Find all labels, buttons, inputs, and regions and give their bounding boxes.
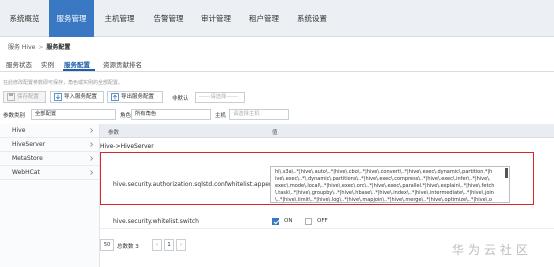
value-line: hi\.s3a\..*|hive\.auto\..*|hive\.cbo\..*… [275,169,493,175]
role-sidebar: Hive HiveServer MetaStore WebHCat [0,124,100,267]
tab-service-status[interactable]: 服务状态 [6,59,32,69]
role-select[interactable]: 所有角色 [131,109,211,120]
nav-item-system-settings[interactable]: 系统设置 [288,0,336,37]
config-notice: 在此修改配置参数即可保存，角色或实例的全部配置。 [3,80,124,86]
tab-resource-ranking[interactable]: 资源贡献排名 [103,59,142,69]
breadcrumb-parent[interactable]: 服务 Hive [8,44,35,51]
off-label: OFF [317,218,328,224]
sidebar-item-label: Hive [12,127,26,134]
watermark: 华为云社区 [452,243,533,257]
param-name-whitelist-append: hive.security.authorization.sqlstd.confw… [113,181,277,188]
save-config-button[interactable]: 保存配置 [3,91,46,103]
param-name-whitelist-switch: hive.security.whitelist.switch [113,218,199,225]
value-line: \.task\..*|hive\.groupby\..*|hive\.hbase… [275,190,494,196]
nav-item-host-management[interactable]: 主机管理 [94,0,145,37]
nav-item-audit-management[interactable]: 审计管理 [192,0,240,37]
textarea-scrollbar[interactable] [505,168,508,178]
table-row: hive.security.whitelist.switch ON OFF [100,215,554,229]
sidebar-item-webhcat[interactable]: WebHCat [0,166,100,180]
sidebar-item-metastore[interactable]: MetaStore [0,152,100,166]
pagination: 50 总数数 3 ‹ 1 › [100,236,300,251]
host-label: 主机 [215,113,227,119]
chevron-right-icon [90,128,94,133]
export-config-button[interactable]: 导出服务配置 [107,91,163,103]
chevron-right-icon [90,156,94,161]
config-toolbar: 保存配置 导入服务配置 导出服务配置 非默认 ------请选择------ [0,91,554,105]
filter-bar: 参数类别 全部配置 角色 所有角色 主机 请选择主机 [0,109,554,121]
nav-item-overview[interactable]: 系统概览 [0,0,49,37]
tab-service-config[interactable]: 服务配置 [64,59,90,69]
chevron-right-icon [90,170,94,175]
param-type-select[interactable]: 全部配置 [31,109,116,120]
active-tab-indicator [63,69,95,71]
top-navigation: 系统概览 服务管理 主机管理 告警管理 审计管理 租户管理 系统设置 [0,0,554,37]
config-table-header: 参数 值 [100,124,554,138]
on-checkbox[interactable] [272,218,279,225]
breadcrumb: 服务 Hive > 服务配置 [8,42,70,51]
column-header-param: 参数 [108,130,120,136]
non-default-select[interactable]: ------请选择------ [195,92,245,103]
sidebar-item-label: WebHCat [12,169,40,176]
nav-item-alarm-management[interactable]: 告警管理 [145,0,192,37]
sidebar-item-hiveserver[interactable]: HiveServer [0,138,100,152]
off-checkbox[interactable] [305,218,312,225]
param-type-label: 参数类别 [3,113,26,119]
value-line: exec\.mode\.local\..*|hive\.exec\.orc\..… [275,183,495,189]
breadcrumb-separator: > [38,44,44,51]
chevron-right-icon [90,142,94,147]
save-icon [7,93,15,101]
role-label: 角色 [120,113,132,119]
column-header-value: 值 [272,130,278,136]
sidebar-item-label: MetaStore [12,155,43,162]
host-select[interactable]: 请选择主机 [229,109,289,120]
export-config-label: 导出服务配置 [121,94,155,100]
service-subtabs: 服务状态 实例 服务配置 资源贡献排名 [0,55,554,72]
import-config-button[interactable]: 导入服务配置 [50,91,104,103]
breadcrumb-current: 服务配置 [46,44,71,51]
on-label: ON [284,218,293,224]
page-number-button[interactable]: 1 [164,239,174,251]
sidebar-item-hive[interactable]: Hive [0,124,100,138]
next-page-button[interactable]: › [176,239,186,251]
prev-page-button[interactable]: ‹ [152,239,162,251]
non-default-label: 非默认 [172,96,189,102]
value-line: ive\.exec\..*\.dynamic\.partitions\..*|h… [275,176,491,182]
import-config-label: 导入服务配置 [64,94,98,100]
tab-instances[interactable]: 实例 [41,59,54,69]
export-icon [111,93,119,101]
value-line: \..*|hive\.limit\..*|hive\.log\..*|hive\… [275,197,492,203]
total-count: 总数数 3 [117,244,139,250]
param-value-textarea[interactable]: hi\.s3a\..*|hive\.auto\..*|hive\.cbo\..*… [270,166,510,203]
import-icon [54,93,62,101]
group-title: Hive->HiveServer [100,143,154,150]
nav-item-service-management[interactable]: 服务管理 [49,0,94,37]
page-size-select[interactable]: 50 [100,239,114,251]
nav-item-tenant-management[interactable]: 租户管理 [240,0,288,37]
save-config-label: 保存配置 [17,94,40,100]
sidebar-item-label: HiveServer [12,141,46,148]
